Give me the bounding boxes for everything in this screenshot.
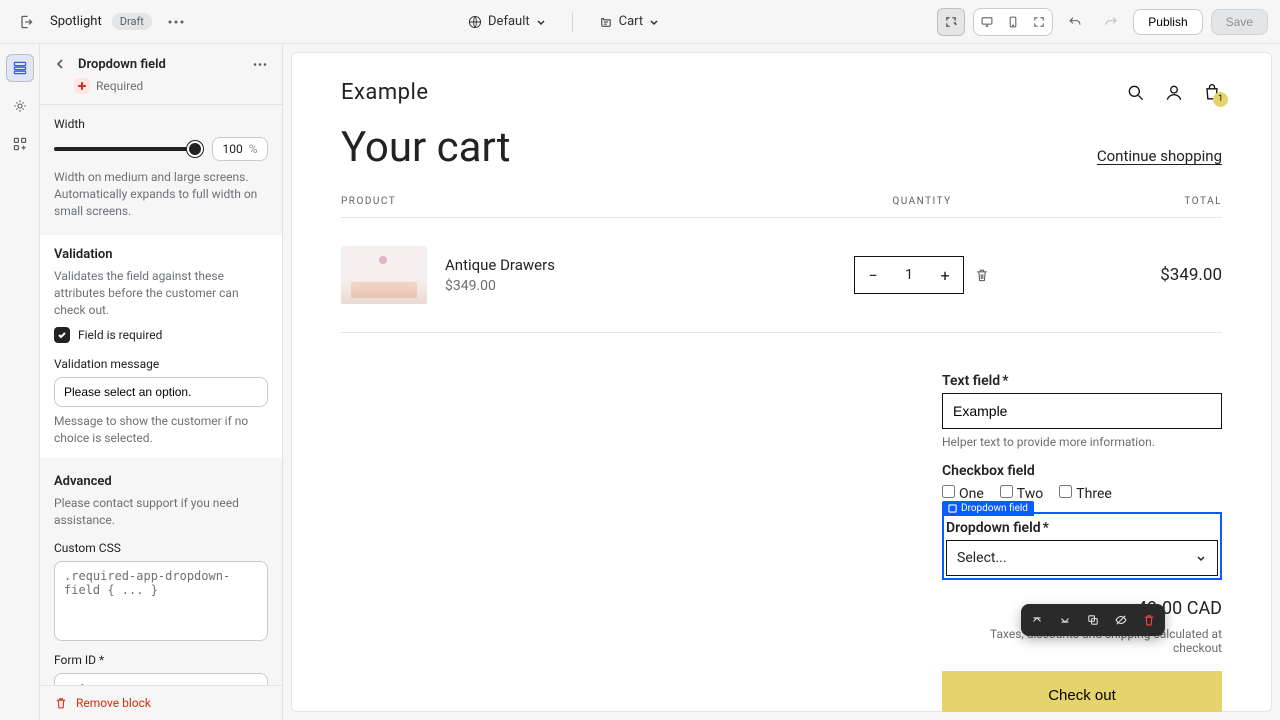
text-field-input[interactable] (942, 393, 1222, 429)
sidebar-header: Dropdown field (40, 44, 282, 78)
preview-frame: Example 1 Your cart Continue shopping (291, 52, 1272, 712)
qty-increase-button[interactable]: + (927, 257, 963, 293)
checkbox-option[interactable]: Three (1059, 485, 1112, 502)
checkbox-option[interactable]: One (942, 485, 984, 502)
template-dropdown-label: Default (488, 14, 530, 29)
mobile-icon[interactable] (1000, 9, 1026, 35)
th-product: PRODUCT (341, 196, 822, 207)
dropdown-tag: Dropdown field (942, 501, 1034, 516)
toolbar-duplicate-icon[interactable] (1081, 608, 1105, 632)
page-title: Your cart (341, 123, 510, 172)
quantity-stepper: − 1 + (854, 256, 964, 294)
required-chip-icon (74, 78, 90, 94)
required-asterisk: * (1043, 520, 1049, 536)
line-total: $349.00 (1022, 265, 1222, 285)
cart-badge: 1 (1213, 92, 1228, 107)
toolbar-hide-icon[interactable] (1109, 608, 1133, 632)
width-value: 100 (222, 142, 242, 156)
page-dropdown-label: Cart (619, 14, 644, 29)
text-field-label: Text field (942, 373, 1000, 389)
checkbox-option[interactable]: Two (1000, 485, 1043, 502)
desktop-icon[interactable] (974, 9, 1000, 35)
publish-button[interactable]: Publish (1133, 9, 1202, 35)
sidebar-more-icon[interactable] (250, 54, 270, 74)
text-field-helper: Helper text to provide more information. (942, 435, 1222, 449)
back-icon[interactable] (50, 54, 70, 74)
rail-apps-icon[interactable] (6, 130, 34, 158)
qty-decrease-button[interactable]: − (855, 257, 891, 293)
floating-toolbar (1021, 604, 1165, 636)
formid-input[interactable] (54, 673, 268, 685)
save-button: Save (1211, 9, 1268, 35)
toolbar-move-up-icon[interactable] (1025, 608, 1049, 632)
chevron-down-icon (649, 17, 659, 27)
qty-value: 1 (891, 267, 927, 283)
more-icon[interactable] (162, 8, 190, 36)
checkbox-field-label: Checkbox field (942, 463, 1035, 479)
validation-msg-desc: Message to show the customer if no choic… (54, 413, 268, 447)
remove-block-button[interactable]: Remove block (40, 685, 282, 720)
toolbar-move-down-icon[interactable] (1053, 608, 1077, 632)
left-rail (0, 44, 40, 720)
width-slider[interactable] (54, 147, 202, 151)
required-label: Required (96, 79, 143, 93)
search-icon[interactable] (1126, 83, 1146, 103)
cart-icon[interactable]: 1 (1202, 83, 1222, 103)
required-checkbox-label: Field is required (78, 328, 162, 342)
width-unit: % (249, 142, 258, 156)
draft-badge: Draft (112, 13, 152, 30)
advanced-desc: Please contact support if you need assis… (54, 495, 268, 529)
sidebar-title: Dropdown field (78, 57, 166, 72)
th-quantity: QUANTITY (822, 196, 1022, 207)
required-asterisk: * (1002, 373, 1008, 389)
cart-row: Antique Drawers $349.00 − 1 + $349.00 (341, 218, 1222, 333)
undo-icon[interactable] (1061, 8, 1089, 36)
chevron-down-icon (536, 17, 546, 27)
product-price: $349.00 (445, 278, 555, 294)
sidebar: Dropdown field Required Width 100 % Widt… (40, 44, 283, 720)
product-name[interactable]: Antique Drawers (445, 256, 555, 274)
width-label: Width (54, 117, 268, 131)
dropdown-field-label: Dropdown field (946, 520, 1041, 536)
required-checkbox[interactable] (54, 327, 70, 343)
store-logo: Example (341, 80, 429, 105)
continue-shopping-link[interactable]: Continue shopping (1097, 147, 1222, 165)
width-desc: Width on medium and large screens. Autom… (54, 169, 268, 219)
redo-icon[interactable] (1097, 8, 1125, 36)
validation-heading: Validation (54, 247, 268, 262)
checkbox-options: One Two Three (942, 485, 1222, 502)
dropdown-placeholder: Select... (957, 550, 1007, 566)
custom-css-textarea[interactable]: .required-app-dropdown-field { ... } (54, 561, 268, 641)
width-value-input[interactable]: 100 % (212, 137, 268, 161)
remove-block-label: Remove block (76, 696, 151, 710)
separator (572, 12, 573, 32)
inspector-icon[interactable] (937, 8, 965, 36)
template-dropdown[interactable]: Default (460, 10, 554, 33)
rail-settings-icon[interactable] (6, 92, 34, 120)
formid-label: Form ID * (54, 653, 268, 667)
validation-msg-input[interactable] (54, 377, 268, 407)
advanced-heading: Advanced (54, 474, 268, 489)
trash-icon (54, 696, 68, 710)
checkout-button[interactable]: Check out (942, 671, 1222, 712)
chevron-down-icon (1195, 552, 1207, 564)
validation-desc: Validates the field against these attrib… (54, 268, 268, 318)
rail-sections-icon[interactable] (6, 54, 34, 82)
product-thumbnail (341, 246, 427, 304)
fullscreen-icon[interactable] (1026, 9, 1052, 35)
page-dropdown[interactable]: Cart (591, 10, 668, 33)
validation-msg-label: Validation message (54, 357, 268, 371)
toolbar-delete-icon[interactable] (1137, 608, 1161, 632)
account-icon[interactable] (1164, 83, 1184, 103)
th-total: TOTAL (1022, 196, 1222, 207)
topbar: Spotlight Draft Default Cart Publish (0, 0, 1280, 44)
custom-css-label: Custom CSS (54, 541, 268, 555)
remove-item-button[interactable] (974, 267, 990, 283)
exit-icon[interactable] (12, 8, 40, 36)
device-group (973, 8, 1053, 36)
dropdown-block: Dropdown field Dropdown field* Select... (942, 512, 1222, 580)
dropdown-select[interactable]: Select... (946, 540, 1218, 576)
spotlight-label: Spotlight (50, 14, 102, 29)
